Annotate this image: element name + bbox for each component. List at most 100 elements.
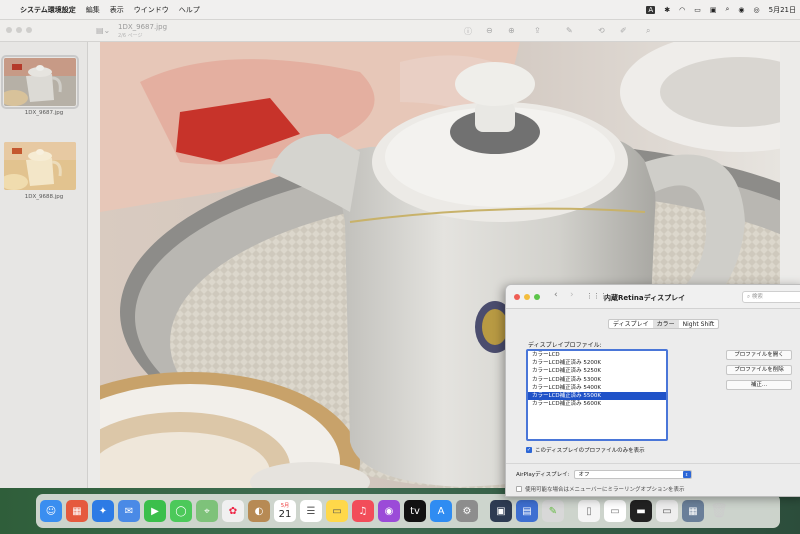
calendar-icon[interactable]: 5月 21 bbox=[274, 500, 296, 522]
calibrate-button[interactable]: 補正... bbox=[726, 380, 792, 390]
finder-icon[interactable]: ☺ bbox=[40, 500, 62, 522]
wifi-icon[interactable]: ◠ bbox=[679, 6, 685, 14]
document-subtitle: 2/6 ページ bbox=[118, 33, 143, 39]
messages-icon[interactable]: ◯ bbox=[170, 500, 192, 522]
screenshot-icon[interactable]: ▤ bbox=[516, 500, 538, 522]
tab-night-shift[interactable]: Night Shift bbox=[679, 320, 719, 328]
tab-bar: ディスプレイ カラー Night Shift bbox=[608, 319, 720, 329]
facetime-icon[interactable]: ▶ bbox=[144, 500, 166, 522]
rotate-icon[interactable]: ⟲ bbox=[598, 26, 605, 35]
minimized-window-4[interactable]: ▦ bbox=[682, 500, 704, 522]
trash-icon[interactable]: 🗑 bbox=[708, 500, 730, 522]
airplay-label: AirPlayディスプレイ: bbox=[516, 472, 570, 478]
airplay-value: オフ bbox=[578, 471, 590, 478]
zoom-button[interactable] bbox=[534, 294, 540, 300]
tab-display[interactable]: ディスプレイ bbox=[609, 320, 653, 328]
reminders-icon[interactable]: ☰ bbox=[300, 500, 322, 522]
toolbar-search-icon[interactable]: ⌕ bbox=[646, 26, 650, 36]
music-icon[interactable]: ♫ bbox=[352, 500, 374, 522]
mirroring-option-label: 使用可能な場合はメニューバーにミラーリングオプションを表示 bbox=[525, 487, 685, 493]
thumbnail-2-label: 1DX_9688.jpg bbox=[24, 194, 64, 200]
minimized-window-3[interactable]: ▭ bbox=[656, 500, 678, 522]
dock-separator-2 bbox=[568, 500, 574, 522]
zoom-button[interactable] bbox=[26, 27, 32, 33]
profile-list[interactable]: カラーLCD カラーLCD補正済み 5200K カラーLCD補正済み 5250K… bbox=[526, 349, 668, 441]
markup-icon[interactable]: ✎ bbox=[566, 26, 573, 35]
search-icon[interactable]: ⌕ bbox=[725, 5, 729, 14]
pencil-app-icon[interactable]: ✎ bbox=[542, 500, 564, 522]
checkmark-icon: ✓ bbox=[526, 447, 532, 453]
launchpad-icon[interactable]: ▦ bbox=[66, 500, 88, 522]
system-preferences-icon[interactable]: ⚙ bbox=[456, 500, 478, 522]
search-field[interactable]: ⌕ 検索 bbox=[742, 291, 800, 303]
divider bbox=[506, 463, 800, 464]
siri-icon[interactable]: ◎ bbox=[754, 6, 760, 14]
menu-edit[interactable]: 編集 bbox=[86, 5, 100, 15]
only-this-display-checkbox[interactable]: ✓ このディスプレイのプロファイルのみを表示 bbox=[526, 446, 645, 454]
clock[interactable]: 5月21日 bbox=[769, 5, 796, 15]
minimized-window-1[interactable]: ▭ bbox=[604, 500, 626, 522]
profile-item[interactable]: カラーLCD補正済み 5300K bbox=[528, 376, 666, 384]
contacts-icon[interactable]: ◐ bbox=[248, 500, 270, 522]
mirroring-option-checkbox[interactable]: 使用可能な場合はメニューバーにミラーリングオプションを表示 bbox=[516, 485, 684, 493]
share-icon[interactable]: ⇪ bbox=[534, 26, 541, 35]
profile-item[interactable]: カラーLCD補正済み 5400K bbox=[528, 384, 666, 392]
profile-item[interactable]: カラーLCD補正済み 5250K bbox=[528, 367, 666, 375]
thumbnail-1[interactable] bbox=[1, 55, 79, 109]
minimized-window-2[interactable]: ▬ bbox=[630, 500, 652, 522]
thumbnail-sidebar: 1DX_9687.jpg 1DX_9688.jpg bbox=[0, 42, 88, 495]
close-button[interactable] bbox=[6, 27, 12, 33]
menu-window[interactable]: ウインドウ bbox=[134, 5, 169, 15]
popup-arrows-icon: ⇕ bbox=[682, 470, 691, 478]
profile-item[interactable]: カラーLCD bbox=[528, 351, 666, 359]
tab-color[interactable]: カラー bbox=[652, 320, 679, 328]
unchecked-box-icon bbox=[516, 486, 522, 492]
document-icon[interactable]: ▯ bbox=[578, 500, 600, 522]
mail-icon[interactable]: ✉ bbox=[118, 500, 140, 522]
maps-icon[interactable]: ⌖ bbox=[196, 500, 218, 522]
menu-app-name[interactable]: システム環境設定 bbox=[20, 5, 76, 15]
preview-icon[interactable]: ▣ bbox=[490, 500, 512, 522]
podcasts-icon[interactable]: ◉ bbox=[378, 500, 400, 522]
notes-icon[interactable]: ▭ bbox=[326, 500, 348, 522]
calendar-day: 21 bbox=[278, 508, 292, 520]
safari-icon[interactable]: ✦ bbox=[92, 500, 114, 522]
back-arrow-icon[interactable]: ‹ bbox=[554, 290, 558, 300]
menu-view[interactable]: 表示 bbox=[110, 5, 124, 15]
profile-item-selected[interactable]: カラーLCD補正済み 5500K bbox=[528, 391, 666, 401]
app-store-icon[interactable]: A bbox=[430, 500, 452, 522]
preview-toolbar: ▤⌄ 1DX_9687.jpg 2/6 ページ ⓘ ⊖ ⊕ ⇪ ✎ ⟲ ✐ ⌕ bbox=[0, 20, 800, 42]
screen: システム環境設定 編集 表示 ウインドウ ヘルプ A ✱ ◠ ▭ ▣ ⌕ ◉ ◎… bbox=[0, 0, 800, 534]
sidebar-toggle-icon[interactable]: ▤⌄ bbox=[96, 26, 110, 35]
minimize-button[interactable] bbox=[524, 294, 530, 300]
zoom-in-icon[interactable]: ⊕ bbox=[508, 26, 515, 35]
open-profile-button[interactable]: プロファイルを開く bbox=[726, 350, 792, 360]
forward-arrow-icon[interactable]: › bbox=[570, 290, 574, 300]
search-placeholder: 検索 bbox=[751, 294, 763, 300]
profile-item[interactable]: カラーLCD補正済み 5200K bbox=[528, 359, 666, 367]
tv-icon[interactable]: tv bbox=[404, 500, 426, 522]
input-source-indicator[interactable]: A bbox=[646, 5, 656, 14]
airplay-row: AirPlayディスプレイ: オフ ⇕ bbox=[516, 469, 800, 479]
document-title: 1DX_9687.jpg bbox=[118, 23, 168, 31]
airplay-select[interactable]: オフ ⇕ bbox=[573, 469, 692, 479]
info-icon[interactable]: ⓘ bbox=[464, 26, 472, 37]
only-this-display-label: このディスプレイのプロファイルのみを表示 bbox=[535, 448, 645, 454]
battery-icon[interactable]: ▭ bbox=[694, 6, 701, 14]
zoom-out-icon[interactable]: ⊖ bbox=[486, 26, 493, 35]
bluetooth-icon[interactable]: ✱ bbox=[664, 6, 670, 14]
markup-toolbar-icon[interactable]: ✐ bbox=[620, 26, 627, 35]
close-button[interactable] bbox=[514, 294, 520, 300]
photos-icon[interactable]: ✿ bbox=[222, 500, 244, 522]
delete-profile-button[interactable]: プロファイルを削除 bbox=[726, 365, 792, 375]
menu-extras: A ✱ ◠ ▭ ▣ ⌕ ◉ ◎ 5月21日 bbox=[646, 5, 800, 15]
display-icon[interactable]: ▣ bbox=[710, 6, 717, 14]
thumbnail-2[interactable] bbox=[4, 142, 76, 190]
menu-help[interactable]: ヘルプ bbox=[179, 5, 200, 15]
minimize-button[interactable] bbox=[16, 27, 22, 33]
profile-item[interactable]: カラーLCD補正済み 5600K bbox=[528, 400, 666, 408]
profile-list-label: ディスプレイプロファイル: bbox=[528, 342, 602, 349]
thumbnail-1-label: 1DX_9687.jpg bbox=[24, 110, 64, 116]
control-center-icon[interactable]: ◉ bbox=[738, 6, 744, 14]
dock: ☺ ▦ ✦ ✉ ▶ ◯ ⌖ ✿ ◐ 5月 21 ☰ ▭ ♫ ◉ tv A ⚙ ▣… bbox=[36, 494, 780, 528]
